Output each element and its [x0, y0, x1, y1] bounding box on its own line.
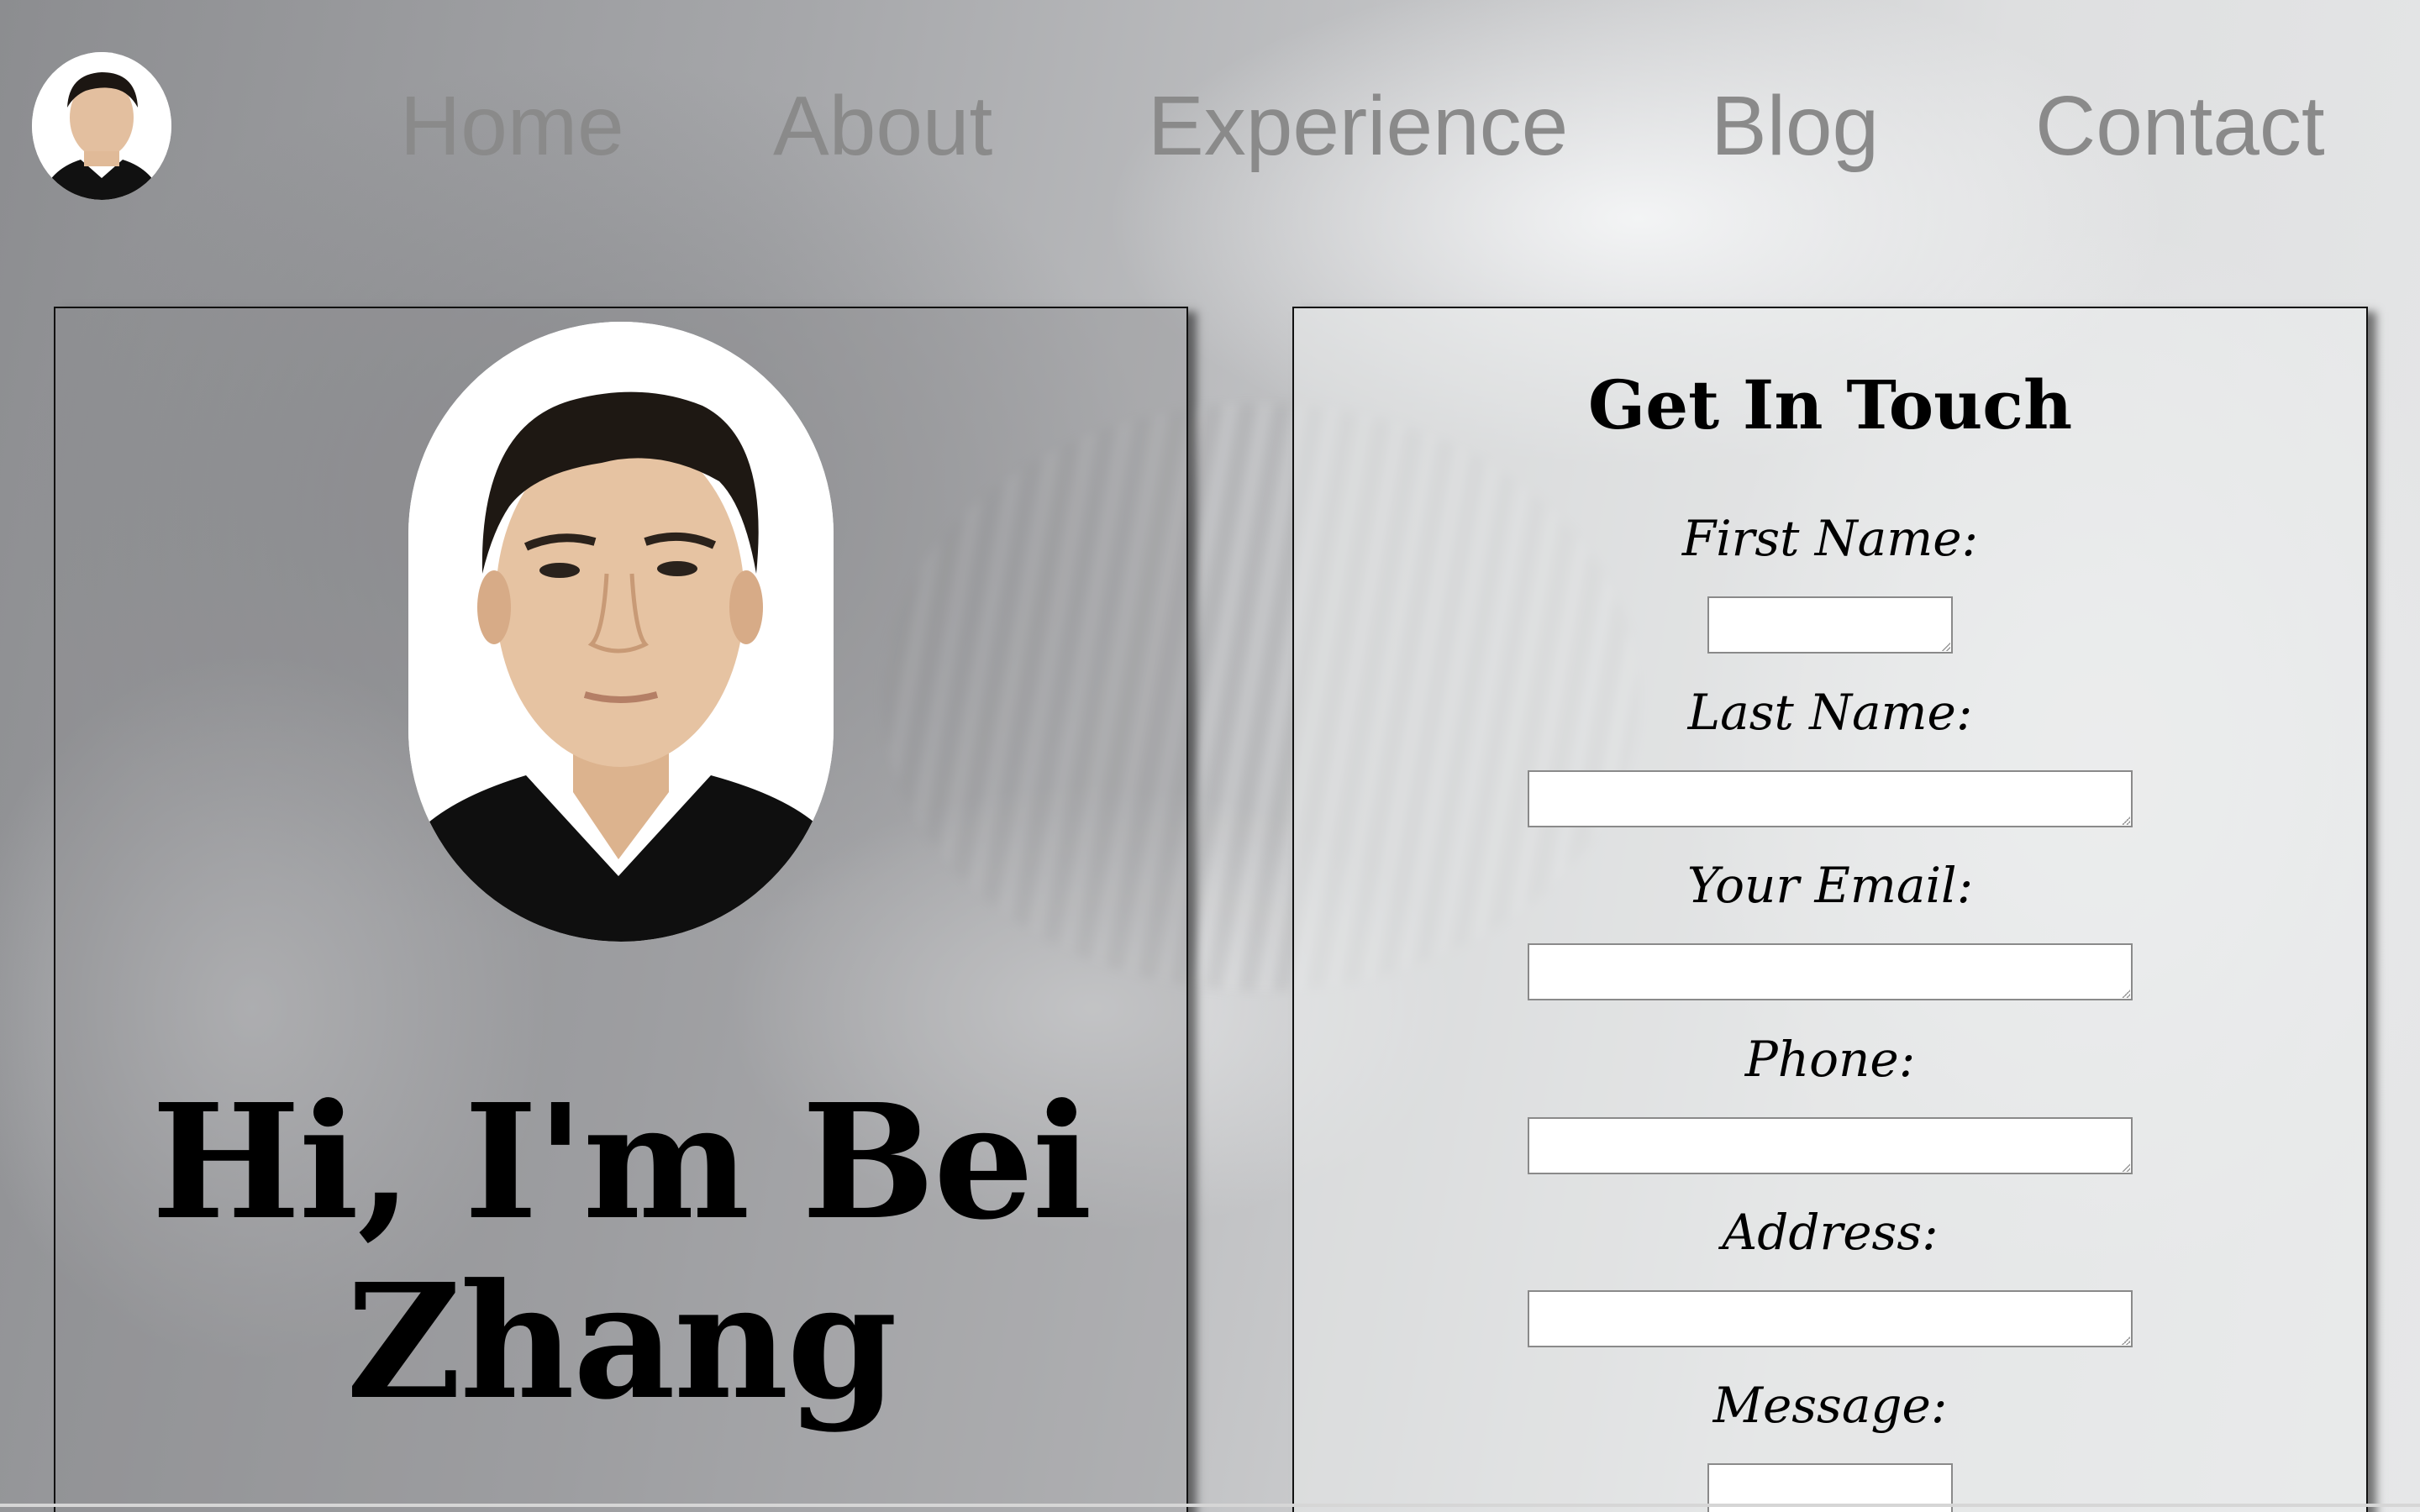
form-title: Get In Touch	[1587, 365, 2073, 444]
hero-heading: Hi, I'm Bei Zhang	[55, 1073, 1186, 1432]
first-name-field[interactable]	[1707, 596, 1953, 654]
top-nav: Home About Experience Blog Contact	[0, 0, 2420, 252]
resize-grip-icon[interactable]	[2122, 1163, 2130, 1172]
avatar-photo	[32, 52, 171, 200]
message-label: Message:	[1712, 1377, 1948, 1434]
nav-link-home[interactable]: Home	[400, 76, 624, 176]
last-name-label: Last Name:	[1687, 684, 1973, 741]
email-label: Your Email:	[1686, 857, 1974, 914]
resize-grip-icon[interactable]	[1942, 643, 1950, 651]
phone-label: Phone:	[1744, 1031, 1916, 1088]
resize-grip-icon[interactable]	[2122, 1336, 2130, 1345]
intro-panel: Hi, I'm Bei Zhang	[54, 307, 1188, 1512]
nav-link-about[interactable]: About	[773, 76, 992, 176]
hero-line-1: Hi, I'm Bei	[151, 1069, 1092, 1255]
nav-link-blog[interactable]: Blog	[1711, 76, 1879, 176]
last-name-field[interactable]	[1528, 770, 2133, 827]
nav-link-experience[interactable]: Experience	[1148, 76, 1568, 176]
address-field[interactable]	[1528, 1290, 2133, 1347]
hero-line-2: Zhang	[346, 1249, 897, 1435]
portrait-image	[408, 322, 834, 942]
phone-field[interactable]	[1528, 1117, 2133, 1174]
resize-grip-icon[interactable]	[2122, 990, 2130, 998]
email-field[interactable]	[1528, 943, 2133, 1000]
contact-form-panel: Get In Touch First Name: Last Name: Your…	[1292, 307, 2368, 1512]
first-name-label: First Name:	[1681, 510, 1979, 567]
resize-grip-icon[interactable]	[2122, 816, 2130, 825]
profile-photo	[408, 322, 834, 942]
avatar[interactable]	[32, 52, 171, 200]
horizontal-scrollbar[interactable]	[0, 1504, 2420, 1507]
nav-link-contact[interactable]: Contact	[2035, 76, 2325, 176]
address-label: Address:	[1722, 1204, 1939, 1261]
